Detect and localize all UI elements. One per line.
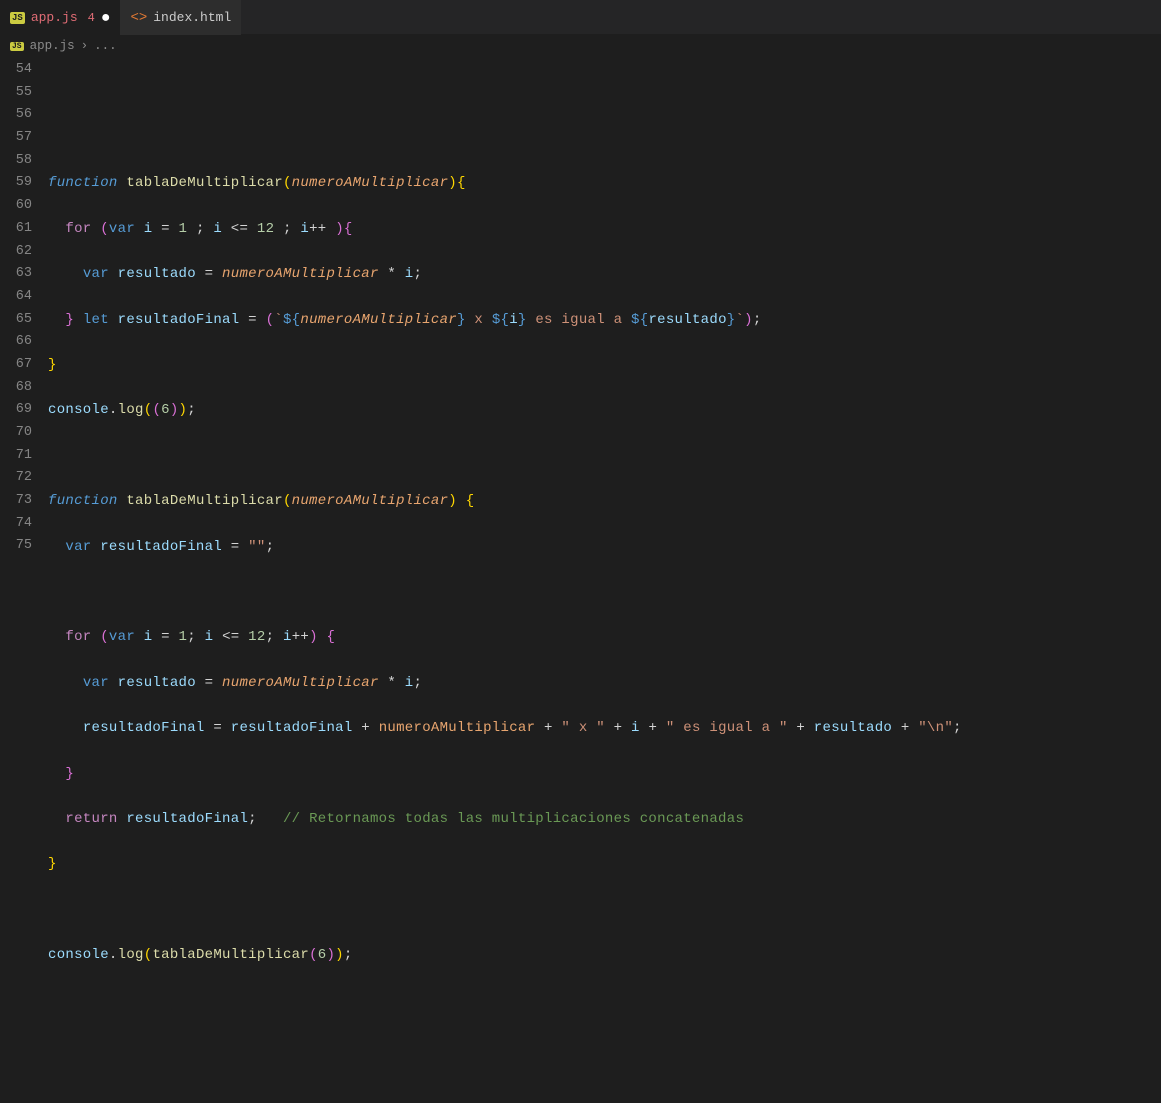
line-number: 64 xyxy=(0,286,32,309)
line-number: 55 xyxy=(0,82,32,105)
js-icon: JS xyxy=(10,12,25,24)
line-number: 54 xyxy=(0,59,32,82)
tab-bar: JS app.js 4 ● <> index.html xyxy=(0,0,1161,35)
line-number: 72 xyxy=(0,467,32,490)
breadcrumb-rest: ... xyxy=(94,39,117,53)
tab-index-html[interactable]: <> index.html xyxy=(120,0,241,35)
line-number: 65 xyxy=(0,309,32,332)
line-number: 69 xyxy=(0,399,32,422)
editor[interactable]: 5455565758596061626364656667686970717273… xyxy=(0,57,1161,796)
line-number: 59 xyxy=(0,172,32,195)
line-number: 74 xyxy=(0,513,32,536)
code-area[interactable]: function tablaDeMultiplicar(numeroAMulti… xyxy=(48,57,1161,796)
line-number: 60 xyxy=(0,195,32,218)
line-number: 67 xyxy=(0,354,32,377)
js-icon: JS xyxy=(10,42,24,51)
line-gutter: 5455565758596061626364656667686970717273… xyxy=(0,57,48,796)
line-number: 61 xyxy=(0,218,32,241)
tab-label: index.html xyxy=(153,10,231,25)
dirty-indicator-icon: ● xyxy=(101,10,111,26)
line-number: 63 xyxy=(0,263,32,286)
line-number: 68 xyxy=(0,377,32,400)
line-number: 56 xyxy=(0,104,32,127)
tab-app-js[interactable]: JS app.js 4 ● xyxy=(0,0,120,35)
line-number: 62 xyxy=(0,241,32,264)
breadcrumb-file: app.js xyxy=(30,39,75,53)
line-number: 71 xyxy=(0,445,32,468)
tab-label: app.js xyxy=(31,10,78,25)
line-number: 75 xyxy=(0,535,32,558)
vertical-scrollbar[interactable] xyxy=(1149,57,1161,787)
chevron-right-icon: › xyxy=(81,39,89,53)
html-icon: <> xyxy=(130,10,147,26)
tab-problems-count: 4 xyxy=(84,11,95,25)
line-number: 66 xyxy=(0,331,32,354)
line-number: 58 xyxy=(0,150,32,173)
breadcrumb[interactable]: JS app.js › ... xyxy=(0,35,1161,57)
line-number: 73 xyxy=(0,490,32,513)
line-number: 70 xyxy=(0,422,32,445)
line-number: 57 xyxy=(0,127,32,150)
